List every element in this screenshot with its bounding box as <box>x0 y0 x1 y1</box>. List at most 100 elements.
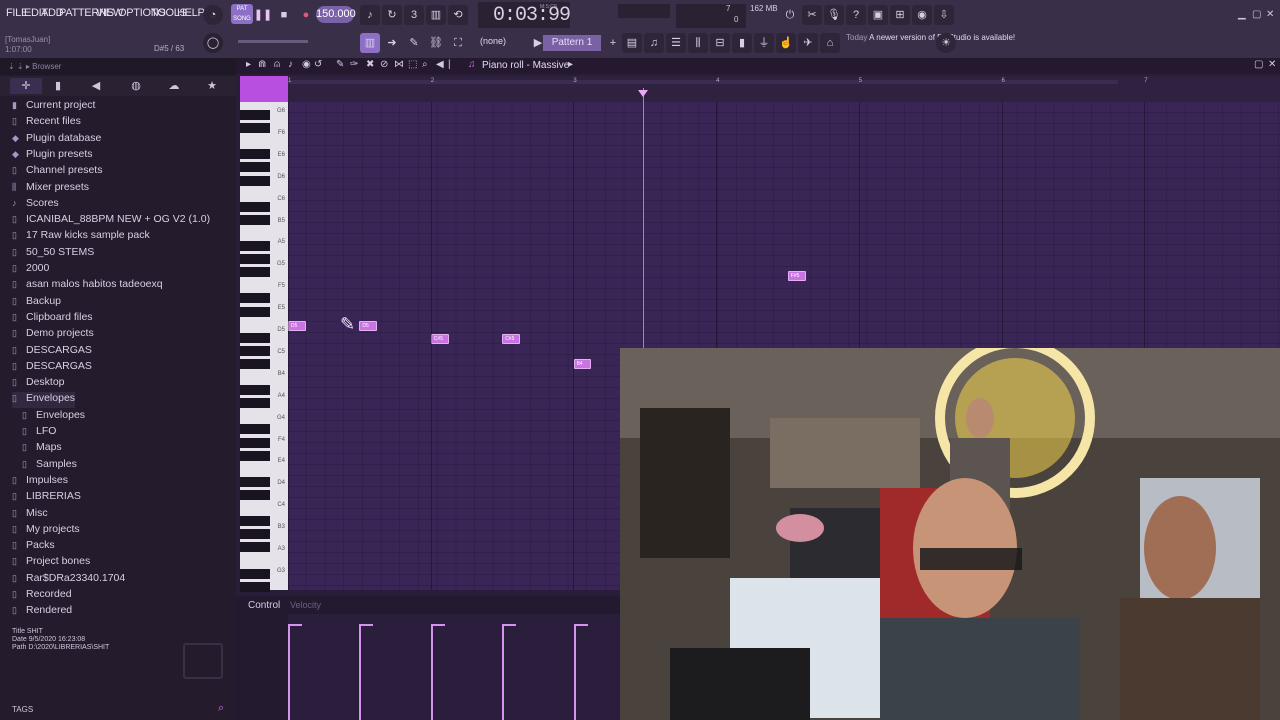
browser-item[interactable]: ▯ Demo projects <box>12 327 94 343</box>
control-label[interactable]: Control <box>248 600 280 611</box>
metronome-icon[interactable]: ♪ <box>360 5 380 25</box>
play-icon[interactable]: ▸ <box>246 59 251 70</box>
black-key[interactable] <box>240 241 270 251</box>
slice-icon[interactable]: ⋈ <box>394 59 404 70</box>
close-icon[interactable]: ✕ <box>1268 59 1276 70</box>
black-key[interactable] <box>240 450 270 461</box>
velocity-bar[interactable] <box>502 624 505 720</box>
browser-item[interactable]: ▯ Rendered <box>12 604 72 620</box>
step-edit-icon[interactable]: ▥ <box>426 5 446 25</box>
maximize-icon[interactable]: ▢ <box>1254 59 1263 70</box>
add-pattern-icon[interactable]: + <box>603 33 623 53</box>
black-key[interactable] <box>240 568 270 579</box>
chevron-right-icon[interactable]: ▸ <box>568 59 573 70</box>
save-icon[interactable]: ▣ <box>868 5 888 25</box>
black-key[interactable] <box>240 175 270 186</box>
channel-selector[interactable]: (none) <box>480 36 506 46</box>
news-panel[interactable]: Today A newer version of FL Studio is av… <box>846 33 1015 43</box>
browser-item[interactable]: ▯ DESCARGAS <box>12 344 92 360</box>
plug-icon[interactable]: ⏚ <box>754 33 774 53</box>
black-key[interactable] <box>240 110 270 120</box>
zoom-corner[interactable] <box>240 76 288 102</box>
store-icon[interactable]: ⌂ <box>820 33 840 53</box>
note[interactable]: F#5 <box>787 271 806 281</box>
black-key[interactable] <box>240 293 270 304</box>
paint-icon[interactable]: ✑ <box>350 59 358 70</box>
browser-item[interactable]: ▯ Misc <box>12 507 48 523</box>
arrow-right-icon[interactable]: ➜ <box>382 33 402 53</box>
playlist-icon[interactable]: ▤ <box>622 33 642 53</box>
select-icon[interactable]: ⬚ <box>408 59 417 70</box>
black-key[interactable] <box>240 542 270 553</box>
link-icon[interactable]: ⛓ <box>426 33 446 53</box>
zoom-icon[interactable]: ⌕ <box>422 59 428 70</box>
close-icon[interactable]: ✕ <box>1266 9 1274 20</box>
stamp-icon[interactable]: ⛶ <box>448 33 468 53</box>
record-icon[interactable]: ● <box>296 5 316 25</box>
black-key[interactable] <box>240 149 270 160</box>
black-key[interactable] <box>240 516 270 527</box>
browser-item[interactable]: ▯ Maps <box>22 441 62 457</box>
black-key[interactable] <box>240 476 270 487</box>
news-icon[interactable]: ☀ <box>936 33 956 53</box>
browser-item[interactable]: ▯ Recorded <box>12 588 72 604</box>
pencil-icon[interactable]: ✎ <box>336 59 344 70</box>
stop-icon[interactable]: ■ <box>274 5 294 25</box>
piano-keys[interactable]: G6 F6 E6 D6 C6 B5 A5 G5 F5 E5 D5 C5 B4 A4 G4 F4 E4 D4 C4 B3… <box>240 102 288 592</box>
speaker-icon[interactable]: ◀ <box>436 59 444 70</box>
mixer-icon[interactable]: ⫼ <box>688 33 708 53</box>
master-volume-slider[interactable] <box>238 40 308 43</box>
mic-icon[interactable]: 🎙 <box>824 5 844 25</box>
time-display[interactable]: 0:03:99 <box>493 4 571 27</box>
piano-roll-menu-icon[interactable]: ♫ <box>468 59 476 70</box>
black-key[interactable] <box>240 345 270 356</box>
browser-item[interactable]: ♪ Scores <box>12 197 59 213</box>
velocity-cap[interactable] <box>288 624 302 626</box>
master-pitch-knob[interactable]: ◯ <box>203 33 223 53</box>
black-key[interactable] <box>240 254 270 265</box>
browser-item[interactable]: ▯ Project bones <box>12 555 90 571</box>
menu-help[interactable]: HELP <box>177 7 205 19</box>
velocity-bar[interactable] <box>359 624 362 720</box>
browser-item[interactable]: ▯ Samples <box>22 458 77 474</box>
channel-rack-icon[interactable]: ☰ <box>666 33 686 53</box>
pause-icon[interactable]: ❚❚ <box>253 5 273 25</box>
plugin-picker-icon[interactable]: ⊞ <box>890 5 910 25</box>
velocity-cap[interactable] <box>502 624 517 626</box>
browser-item[interactable]: ▯ DESCARGAS <box>12 360 92 376</box>
black-key[interactable] <box>240 267 270 278</box>
magnet-icon[interactable]: ⋒ <box>258 59 266 70</box>
speaker-tab-icon[interactable]: ◀ <box>88 78 104 94</box>
browser-item[interactable]: ▯ Packs <box>12 539 55 555</box>
velocity-bar[interactable] <box>430 624 433 720</box>
browser-item[interactable]: ▮ Current project <box>12 99 95 115</box>
note-icon[interactable]: ♪ <box>288 59 293 70</box>
browser-item[interactable]: ▯ Impulses <box>12 474 68 490</box>
pencil-icon[interactable]: ✎ <box>404 33 424 53</box>
stamp-icon[interactable]: ⍝ <box>274 59 280 70</box>
tools-icon[interactable]: ✂ <box>802 5 822 25</box>
pat-song-toggle[interactable]: PAT SONG <box>231 4 253 24</box>
browser-item[interactable]: ▯ Envelopes <box>12 392 76 409</box>
tempo-display[interactable]: 150.000 <box>316 6 356 23</box>
maximize-icon[interactable]: ▢ <box>1252 9 1261 20</box>
velocity-cap[interactable] <box>430 624 445 626</box>
playhead-marker[interactable] <box>638 90 648 97</box>
browser-icon[interactable]: ⊟ <box>710 33 730 53</box>
star-tab-icon[interactable]: ★ <box>204 78 220 94</box>
browser-item[interactable]: ▯ LFO <box>22 425 56 441</box>
search-icon[interactable]: ⌕ <box>218 702 224 715</box>
delete-icon[interactable]: ✖ <box>366 59 374 70</box>
file-icon[interactable]: ▮ <box>732 33 752 53</box>
control-sub-label[interactable]: Velocity <box>290 600 321 610</box>
black-key[interactable] <box>240 201 270 212</box>
black-key[interactable] <box>240 162 270 173</box>
browser-item[interactable]: ▯ Clipboard files <box>12 311 93 327</box>
note[interactable]: D5 <box>288 321 306 331</box>
cloud-tab-icon[interactable]: ☁ <box>166 78 182 94</box>
pattern-selector[interactable]: Pattern 1 <box>543 35 601 51</box>
record-icon[interactable]: ◉ <box>302 59 311 70</box>
chat-icon[interactable]: ◉ <box>912 5 932 25</box>
browser-item[interactable]: ▯ Envelopes <box>22 409 85 425</box>
browser-item[interactable]: ▯ asan malos habitos tadeoexq <box>12 278 163 294</box>
